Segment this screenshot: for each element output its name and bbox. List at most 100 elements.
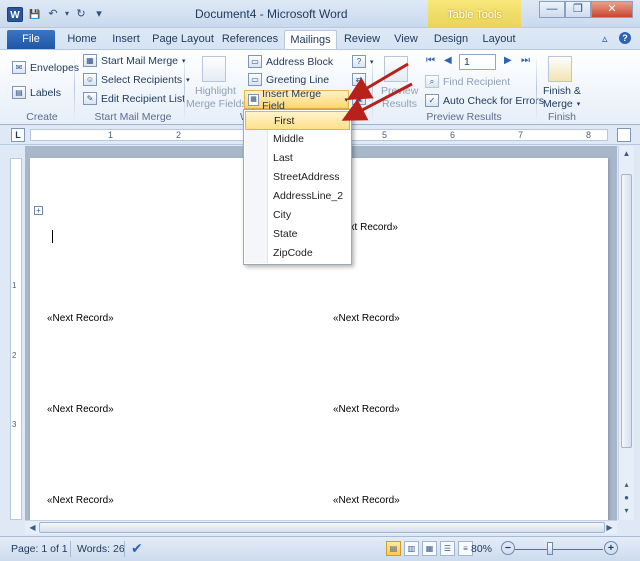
tab-layout[interactable]: Layout xyxy=(478,30,520,49)
zoom-slider-thumb[interactable] xyxy=(547,542,553,555)
merge-field-first[interactable]: First xyxy=(245,111,350,130)
merge-field-address-line-2[interactable]: AddressLine_2 xyxy=(245,187,350,206)
group-label-finish: Finish xyxy=(547,111,576,123)
finish-merge-button[interactable]: Merge ▾ xyxy=(543,98,580,110)
tab-home[interactable]: Home xyxy=(62,30,102,49)
undo-icon[interactable]: ↶ xyxy=(46,7,60,21)
horizontal-scroll-thumb[interactable] xyxy=(39,522,605,533)
last-record-icon[interactable]: ⏭ xyxy=(521,55,530,66)
highlight-merge-fields-line1: Highlight xyxy=(195,85,236,97)
greeting-line-button[interactable]: ▭ Greeting Line xyxy=(248,73,329,86)
tab-mailings[interactable]: Mailings xyxy=(284,30,337,49)
envelope-icon: ✉ xyxy=(12,61,26,74)
edit-recipient-list-button[interactable]: ✎ Edit Recipient List xyxy=(83,92,185,105)
start-mail-merge-button[interactable]: ▦ Start Mail Merge ▾ xyxy=(83,54,186,67)
zoom-in-icon[interactable]: + xyxy=(604,541,618,555)
insert-merge-field-button[interactable]: ▦ Insert Merge Field ▾ xyxy=(244,88,349,112)
zoom-level[interactable]: 80% xyxy=(471,543,492,555)
zoom-out-icon[interactable]: − xyxy=(501,541,515,555)
tab-insert[interactable]: Insert xyxy=(106,30,146,49)
full-screen-reading-icon[interactable]: ▥ xyxy=(404,541,419,556)
labels-button[interactable]: ▤ Labels xyxy=(12,86,61,99)
address-block-button[interactable]: ▭ Address Block xyxy=(248,55,333,68)
close-button[interactable]: ✕ xyxy=(591,1,633,18)
finish-merge-icon xyxy=(548,56,572,82)
minimize-button[interactable]: — xyxy=(539,1,565,18)
tab-references[interactable]: References xyxy=(220,30,280,49)
ruler-number: 1 xyxy=(108,130,114,140)
next-record-field[interactable]: «Next Record» xyxy=(47,404,114,415)
tab-file[interactable]: File xyxy=(7,30,55,49)
table-move-handle-icon[interactable]: + xyxy=(34,206,43,215)
customize-qat-icon[interactable]: ▾ xyxy=(92,7,106,21)
zoom-slider[interactable] xyxy=(515,549,603,550)
word-app-icon[interactable]: W xyxy=(7,7,23,22)
tab-design[interactable]: Design xyxy=(430,30,472,49)
record-number-input[interactable]: 1 xyxy=(459,54,496,70)
vertical-scrollbar[interactable]: ▲ ▴ ● ▾ xyxy=(618,146,634,520)
save-icon[interactable]: 💾 xyxy=(28,7,42,21)
auto-check-errors-button[interactable]: ✓ Auto Check for Errors xyxy=(425,94,544,107)
next-record-icon[interactable]: ▶ xyxy=(504,55,512,66)
find-recipient-icon: ⌕ xyxy=(425,75,439,88)
update-labels-icon: ▣ xyxy=(352,92,366,105)
scroll-left-icon[interactable]: ◀ xyxy=(26,521,39,534)
view-ruler-toggle[interactable] xyxy=(617,128,631,142)
print-layout-view-icon[interactable]: ▤ xyxy=(386,541,401,556)
merge-field-street-address[interactable]: StreetAddress xyxy=(245,168,350,187)
vertical-ruler[interactable]: 1 2 3 xyxy=(10,158,22,520)
greeting-line-label: Greeting Line xyxy=(266,73,330,86)
tab-selector[interactable]: L xyxy=(11,128,25,142)
find-recipient-button[interactable]: ⌕ Find Recipient xyxy=(425,75,510,88)
table-tools-context-label: Table Tools xyxy=(428,0,521,28)
vertical-scroll-thumb[interactable] xyxy=(621,174,632,448)
merge-field-city[interactable]: City xyxy=(245,206,350,225)
edit-recipient-list-label: Edit Recipient List xyxy=(101,92,186,105)
help-icon[interactable]: ? xyxy=(619,32,631,44)
merge-field-middle[interactable]: Middle xyxy=(245,130,350,149)
first-record-icon[interactable]: ⏮ xyxy=(426,55,435,66)
envelopes-button[interactable]: ✉ Envelopes xyxy=(12,61,79,74)
outline-view-icon[interactable]: ☰ xyxy=(440,541,455,556)
undo-dropdown-icon[interactable]: ▾ xyxy=(64,7,70,21)
highlight-merge-fields-button[interactable]: Merge Fields xyxy=(186,98,247,110)
update-labels-button[interactable]: ▣ xyxy=(352,92,366,105)
redo-icon[interactable]: ↻ xyxy=(74,7,88,21)
next-record-field[interactable]: ext Record» xyxy=(344,222,398,233)
web-layout-icon[interactable]: ▦ xyxy=(422,541,437,556)
ruler-number: 8 xyxy=(586,130,592,140)
next-record-field[interactable]: «Next Record» xyxy=(333,404,400,415)
next-record-field[interactable]: «Next Record» xyxy=(47,313,114,324)
rules-button[interactable]: ? ▾ xyxy=(352,55,374,68)
match-fields-button[interactable]: ⇄ xyxy=(352,73,366,86)
scroll-right-icon[interactable]: ▶ xyxy=(603,521,616,534)
next-record-field[interactable]: «Next Record» xyxy=(333,495,400,506)
tab-view[interactable]: View xyxy=(388,30,424,49)
horizontal-scrollbar[interactable]: ◀ ▶ xyxy=(25,520,617,534)
preview-results-button[interactable]: Results xyxy=(382,98,417,110)
merge-field-state[interactable]: State xyxy=(245,225,350,244)
next-record-field[interactable]: «Next Record» xyxy=(47,495,114,506)
select-recipients-button[interactable]: ☺ Select Recipients ▾ xyxy=(83,73,190,86)
ruler-number: 5 xyxy=(382,130,388,140)
labels-label: Labels xyxy=(30,86,61,99)
auto-check-label: Auto Check for Errors xyxy=(443,94,544,107)
quick-access-toolbar: 💾 ↶ ▾ ↻ ▾ xyxy=(28,7,106,21)
previous-record-icon[interactable]: ◀ xyxy=(444,55,452,66)
word-count[interactable]: Words: 26 xyxy=(77,543,125,555)
restore-button[interactable]: ❐ xyxy=(565,1,591,18)
title-bar: W 💾 ↶ ▾ ↻ ▾ Document4 - Microsoft Word T… xyxy=(0,0,640,28)
merge-field-last[interactable]: Last xyxy=(245,149,350,168)
merge-field-zipcode[interactable]: ZipCode xyxy=(245,244,350,263)
tab-review[interactable]: Review xyxy=(340,30,384,49)
minimize-ribbon-icon[interactable]: ▵ xyxy=(602,32,608,45)
next-page-icon[interactable]: ▾ xyxy=(620,504,633,517)
proofing-icon[interactable]: ✔ xyxy=(131,540,143,557)
scroll-up-icon[interactable]: ▲ xyxy=(620,147,633,160)
browse-object-icon[interactable]: ● xyxy=(620,491,633,504)
ruler-number: 2 xyxy=(176,130,182,140)
page-count[interactable]: Page: 1 of 1 xyxy=(11,543,68,555)
next-record-field[interactable]: «Next Record» xyxy=(333,313,400,324)
previous-page-icon[interactable]: ▴ xyxy=(620,478,633,491)
tab-page-layout[interactable]: Page Layout xyxy=(150,30,216,49)
